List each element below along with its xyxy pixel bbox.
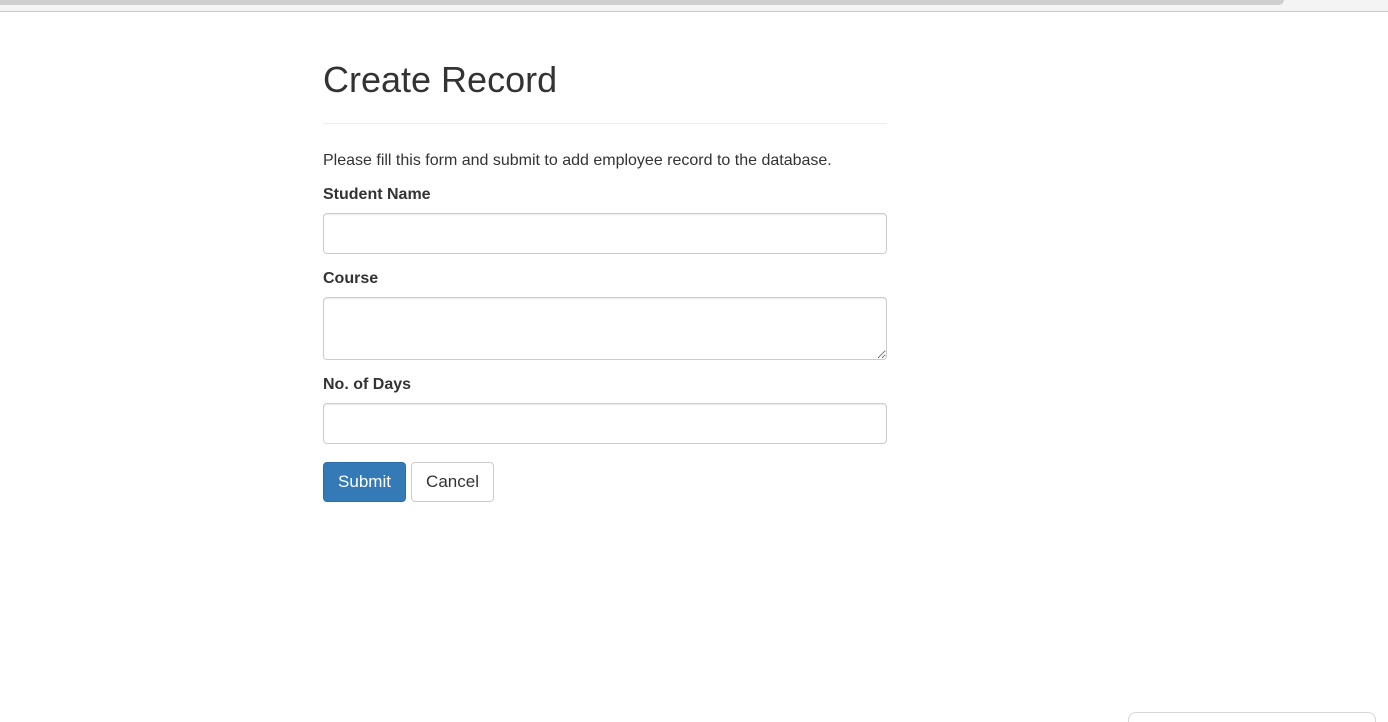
student-name-group: Student Name	[323, 185, 887, 254]
days-input[interactable]	[323, 403, 887, 444]
student-name-label: Student Name	[323, 186, 431, 203]
course-group: Course	[323, 269, 887, 360]
page-header: Create Record	[323, 60, 887, 124]
course-label: Course	[323, 270, 379, 287]
days-group: No. of Days	[323, 375, 887, 444]
form-actions: Submit Cancel	[323, 462, 887, 502]
page-wrapper: Create Record Please fill this form and …	[323, 0, 887, 502]
corner-panel-edge	[1128, 712, 1376, 722]
page-title: Create Record	[323, 59, 558, 100]
student-name-input[interactable]	[323, 213, 887, 254]
course-textarea[interactable]	[323, 297, 887, 360]
days-label: No. of Days	[323, 376, 412, 393]
cancel-button[interactable]: Cancel	[411, 462, 494, 502]
intro-text: Please fill this form and submit to add …	[323, 152, 832, 169]
submit-button[interactable]: Submit	[323, 462, 406, 502]
create-record-form: Student Name Course No. of Days Submit C…	[323, 185, 887, 502]
